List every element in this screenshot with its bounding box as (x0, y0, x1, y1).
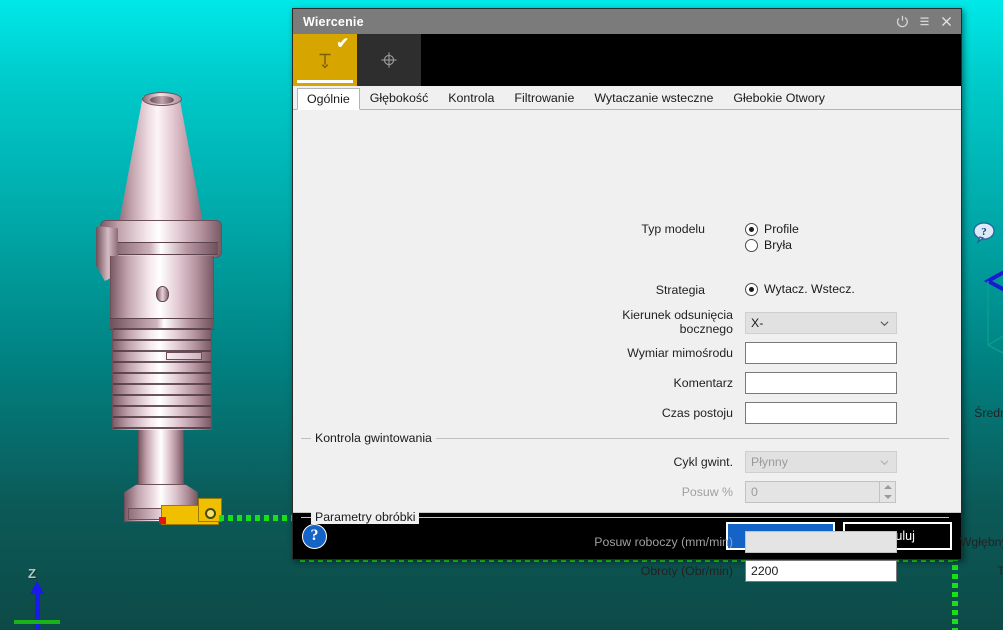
model-type-label: Typ modelu (641, 222, 705, 236)
strategy-label: Strategia (655, 283, 705, 297)
holder-taper-bore (150, 96, 174, 104)
drill-icon (319, 53, 331, 69)
side-shift-select[interactable]: X- (745, 312, 897, 334)
axis-z-shaft (35, 590, 40, 630)
radio-wytacz-wstecz-label: Wytacz. Wstecz. (764, 282, 855, 296)
radio-bryla-label: Bryła (764, 238, 793, 252)
tab-glebokosc[interactable]: Głębokość (360, 87, 439, 109)
thread-control-group-title: Kontrola gwintowania (311, 431, 436, 445)
comment-label: Komentarz (673, 376, 733, 390)
tab-kontrola[interactable]: Kontrola (438, 87, 504, 109)
model-type-option-bryla[interactable]: Bryła (745, 238, 792, 252)
dialog-titlebar[interactable]: Wiercenie (293, 9, 961, 34)
crosshair-icon (381, 52, 397, 68)
dialog-tabstrip: Ogólnie Głębokość Kontrola Filtrowanie W… (293, 86, 961, 110)
chevron-down-icon (880, 321, 889, 327)
dialog-toolstrip: ✔ (293, 34, 961, 86)
drill-operation-button[interactable]: ✔ (293, 34, 357, 86)
plunge-feed-label: Wgłębny (mm/min) (959, 535, 1003, 549)
holder-setscrew (156, 286, 169, 302)
holder-flange-groove (104, 242, 218, 255)
close-icon[interactable] (935, 11, 957, 33)
stock-box-graphic (983, 270, 1003, 354)
chevron-down-icon (880, 460, 889, 466)
spindle-speed-label: Obroty (Obr/min) (640, 564, 733, 578)
radio-wytacz-wstecz[interactable] (745, 282, 758, 296)
holder-knurled-section (112, 328, 212, 430)
application-window: Z Wiercenie ✔ Ogólnie Głębokość Kontrola… (0, 0, 1003, 630)
eccentric-dimension-label: Wymiar mimośrodu (627, 346, 733, 360)
help-button[interactable]: ? (302, 523, 327, 549)
side-shift-label: Kierunek odsunięcia bocznego (622, 308, 733, 336)
machining-params-group-title: Parametry obróbki (311, 510, 420, 524)
radio-profile-label: Profile (764, 222, 799, 236)
hole-diameter-label: Średnica otworu (974, 406, 1003, 420)
drill-active-underline (297, 80, 353, 83)
feed-percent-stepper[interactable] (879, 481, 896, 503)
holder-label-plate (166, 352, 202, 360)
power-icon[interactable] (891, 11, 913, 33)
axis-z-label: Z (28, 566, 36, 581)
operation-preview-graphic (978, 220, 1003, 400)
dialog-panel-ogolnie: ? Typ modelu Profile Bryła Strategia Wyt… (293, 110, 1003, 582)
point-target-button[interactable] (357, 34, 421, 86)
tab-filtrowanie[interactable]: Filtrowanie (504, 87, 584, 109)
dialog-title: Wiercenie (303, 14, 364, 29)
feed-percent-label: Posuw % (681, 485, 733, 499)
dwell-time-input[interactable] (745, 402, 897, 424)
thread-control-group: Kontrola gwintowania (301, 431, 949, 447)
cycle-type-label: Typ cyklu (913, 455, 1003, 469)
thread-cycle-value: Płynny (751, 455, 788, 469)
side-shift-value: X- (751, 316, 764, 330)
tool-holder-model (88, 92, 238, 522)
tool-marker-eye-icon (205, 508, 216, 519)
tab-ogolnie[interactable]: Ogólnie (297, 88, 360, 110)
axis-x-shaft (14, 620, 60, 624)
tool-origin-dot (159, 517, 166, 524)
machining-params-group: Parametry obróbki (301, 510, 949, 526)
model-type-option-profile[interactable]: Profile (745, 222, 799, 236)
thread-cycle-label: Cykl gwint. (673, 455, 733, 469)
thread-cycle-select[interactable]: Płynny (745, 451, 897, 473)
radio-bryla[interactable] (745, 238, 758, 252)
feed-percent-input[interactable]: 0 (745, 481, 880, 503)
stepper-up-icon[interactable] (883, 485, 892, 489)
spindle-speed-input[interactable]: 2200 (745, 560, 897, 582)
dwell-time-label: Czas postoju (661, 406, 733, 420)
holder-taper (118, 96, 204, 228)
menu-icon[interactable] (913, 11, 935, 33)
stepper-down-icon[interactable] (883, 495, 892, 499)
drill-selected-check: ✔ (336, 35, 349, 52)
work-feed-input[interactable] (745, 531, 897, 553)
tab-glebokie-otwory[interactable]: Głebokie Otwory (723, 87, 835, 109)
strategy-option-wytacz-wstecz[interactable]: Wytacz. Wstecz. (745, 282, 855, 296)
technology-label: Technologia (997, 564, 1003, 578)
tab-wytaczanie-wsteczne[interactable]: Wytaczanie wsteczne (584, 87, 723, 109)
work-feed-label: Posuw roboczy (mm/min) (594, 535, 733, 549)
radio-profile[interactable] (745, 222, 758, 236)
eccentric-dimension-input[interactable] (745, 342, 897, 364)
comment-input[interactable] (745, 372, 897, 394)
wiercenie-dialog: Wiercenie ✔ Ogólnie Głębokość Kontrola F… (292, 8, 1003, 582)
